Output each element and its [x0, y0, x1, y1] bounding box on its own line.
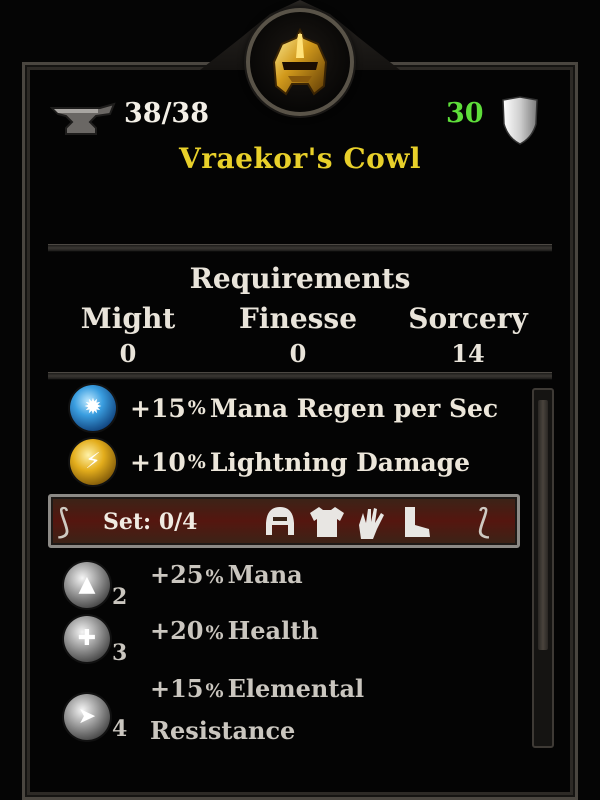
item-set-bar[interactable]: ⟆ Set: 0/4 ⟅ [48, 494, 520, 548]
requirement-label: Finesse [238, 302, 358, 335]
requirement-label: Sorcery [408, 302, 528, 335]
stat-text: Lightning Damage [209, 447, 471, 477]
anvil-icon [50, 102, 116, 135]
durability-value: 38/38 [124, 98, 210, 129]
health-orb-icon: ✚ [64, 616, 110, 662]
divider [48, 244, 552, 252]
set-progress-label: Set: 0/4 [103, 509, 198, 535]
lightning-orb-icon: ⚡ [70, 439, 116, 485]
mana-orb-icon: ▲ [64, 562, 110, 608]
stat-value: +15 [130, 393, 186, 423]
mana-regen-orb-icon: ✹ [70, 385, 116, 431]
item-name: Vraekor's Cowl [178, 142, 422, 175]
requirement-value: 14 [451, 339, 485, 368]
requirement-sorcery: Sorcery 14 [378, 302, 558, 368]
scrollbar[interactable] [532, 388, 554, 748]
set-bonus-text-continued: Resistance [150, 716, 296, 745]
requirement-value: 0 [289, 339, 307, 368]
stat-percent: % [187, 397, 206, 419]
set-bonus-count: 4 [112, 716, 128, 742]
chest-armor-icon [310, 507, 344, 537]
golden-helmet-icon [272, 28, 328, 96]
set-bonus-text: +15% Elemental [150, 674, 365, 703]
requirement-finesse: Finesse 0 [208, 302, 388, 368]
requirement-label: Might [80, 302, 176, 335]
item-header-row: 38/38 30 [0, 96, 600, 145]
resistance-orb-icon: ➤ [64, 694, 110, 740]
set-bonus-count: 3 [112, 640, 128, 666]
set-bonus-count: 2 [112, 584, 128, 610]
stat-value: +10 [130, 447, 186, 477]
stat-row: ⚡ +10% Lightning Damage [70, 438, 470, 486]
stat-row: ✹ +15% Mana Regen per Sec [70, 384, 498, 432]
requirement-might: Might 0 [38, 302, 218, 368]
requirement-value: 0 [119, 339, 137, 368]
armor-value: 30 [446, 98, 484, 129]
shield-icon [502, 96, 538, 145]
set-bonus-text: +20% Health [150, 616, 319, 645]
scroll-ornament-left-icon: ⟆ [57, 502, 71, 542]
stat-percent: % [187, 451, 206, 473]
requirements-title: Requirements [189, 262, 411, 295]
gauntlet-icon [359, 508, 384, 539]
divider [48, 372, 552, 380]
boot-icon [405, 507, 430, 537]
scroll-ornament-right-icon: ⟅ [477, 502, 491, 542]
helm-icon [266, 507, 294, 535]
scrollbar-thumb[interactable] [538, 400, 548, 650]
stat-text: Mana Regen per Sec [209, 393, 499, 423]
set-bonus-text: +25% Mana [150, 560, 303, 589]
